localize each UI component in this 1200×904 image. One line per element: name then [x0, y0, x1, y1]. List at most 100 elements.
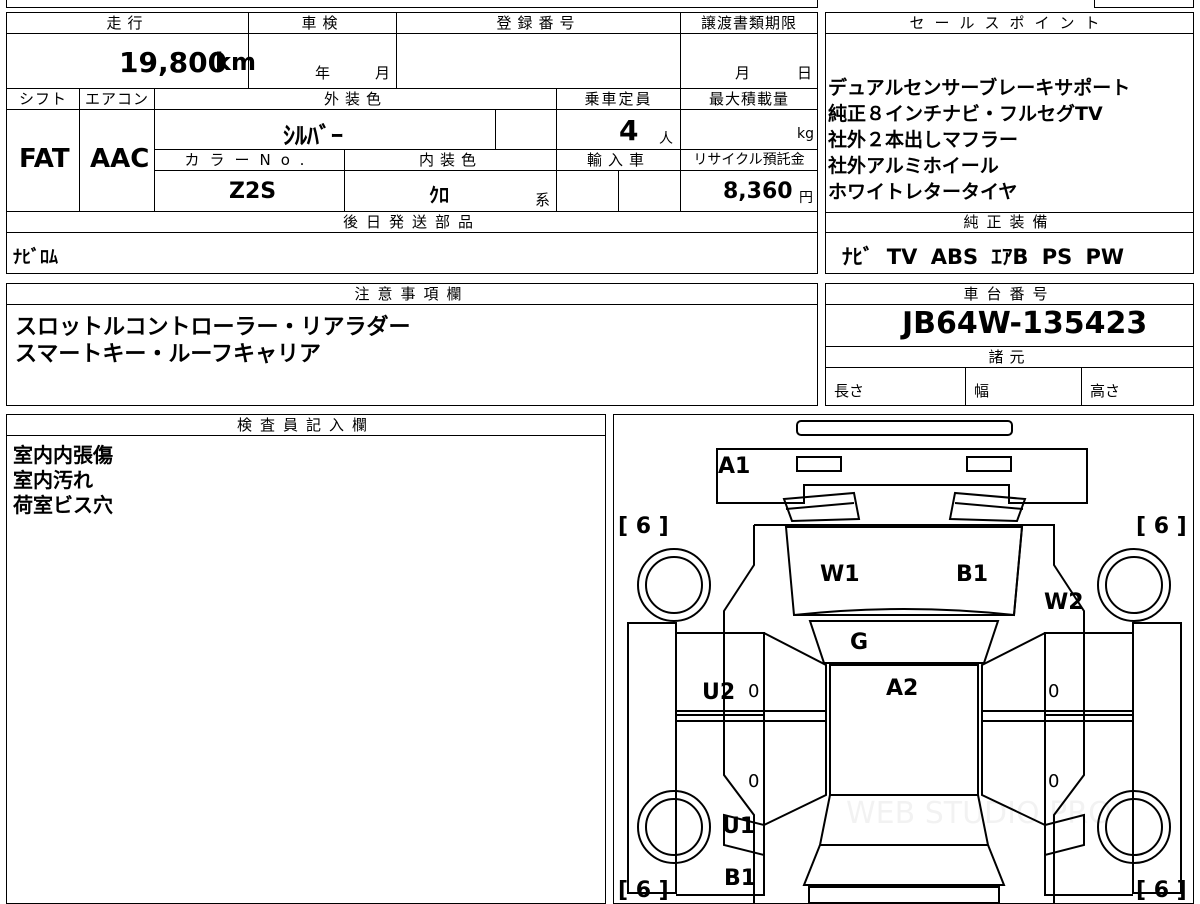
right-side-outline [1044, 632, 1133, 896]
transfer-deadline-header: 譲渡書類期限 [681, 13, 817, 34]
interior-color-header: 内装色 [345, 150, 557, 171]
label-w2: W2 [1044, 590, 1084, 615]
top-strip [6, 0, 818, 8]
capacity-unit: 人 [659, 131, 673, 147]
note-item: スロットルコントローラー・リアラダー [15, 315, 411, 340]
car-diagram: WEB STUDIO PRO A1 W1 B1 W2 G A2 U2 U1 B1… [618, 420, 1187, 903]
registration-header: 登録番号 [397, 13, 681, 34]
tire-tread-front-right: [ 6 ] [1136, 514, 1187, 539]
recycle-unit: 円 [799, 190, 813, 206]
left-pillar [763, 632, 827, 826]
hood-right-shape [948, 491, 1027, 523]
chassis-value: JB64W-135423 [902, 306, 1148, 341]
mileage-header: 走行 [7, 13, 249, 34]
top-strip-right [1094, 0, 1194, 8]
tire-rear-left [637, 790, 711, 864]
vehicle-info-table: 走行 車検 登録番号 譲渡書類期限 19,800 km 年 月 月 日 シフト … [6, 12, 818, 274]
label-zero: 0 [748, 681, 759, 702]
car-diagram-box: WEB STUDIO PRO A1 W1 B1 W2 G A2 U2 U1 B1… [613, 414, 1194, 904]
notes-list: スロットルコントローラー・リアラダー スマートキー・ルーフキャリア [15, 314, 411, 368]
exterior-color-extra [496, 110, 557, 150]
transfer-day: 日 [797, 64, 813, 82]
max-load-header: 最大積載量 [681, 89, 817, 110]
tire-tread-front-left: [ 6 ] [618, 514, 669, 539]
parts-header: 後日発送部品 [7, 212, 817, 233]
max-load-cell: kg [681, 110, 817, 150]
inspector-item: 室内汚れ [13, 468, 93, 492]
sales-point-item: 純正８インチナビ・フルセグTV [828, 103, 1103, 125]
exterior-color-header: 外装色 [155, 89, 557, 110]
recycle-cell: 8,360 円 [681, 171, 817, 212]
tire-front-right-inner [1105, 556, 1163, 614]
sales-points-box: セールスポイント デュアルセンサーブレーキサポート 純正８インチナビ・フルセグT… [825, 12, 1194, 274]
right-runner [1132, 622, 1182, 894]
sales-point-item: デュアルセンサーブレーキサポート [828, 77, 1131, 99]
spec-length-cell: 長さ [826, 368, 966, 405]
inspection-cell: 年 月 [249, 34, 397, 89]
chassis-header: 車台番号 [826, 284, 1193, 305]
mileage-cell: 19,800 km [7, 34, 256, 89]
label-b1-top: B1 [956, 562, 988, 587]
transfer-deadline-cell: 月 日 [681, 34, 817, 89]
note-item: スマートキー・ルーフキャリア [15, 342, 322, 367]
left-side-outline [676, 632, 765, 896]
inspector-header: 検査員記入欄 [7, 415, 605, 436]
chassis-box: 車台番号 JB64W-135423 諸元 長さ 幅 高さ [825, 283, 1194, 406]
notes-box: 注意事項欄 スロットルコントローラー・リアラダー スマートキー・ルーフキャリア [6, 283, 818, 406]
capacity-value: 4 [619, 114, 639, 147]
import-header: 輸入車 [557, 150, 681, 171]
label-a2: A2 [886, 676, 918, 701]
label-w1: W1 [820, 562, 860, 587]
sales-points-list: デュアルセンサーブレーキサポート 純正８インチナビ・フルセグTV 社外２本出しマ… [828, 75, 1192, 205]
aircon-cell: AAC [80, 110, 155, 212]
shift-header: シフト [7, 89, 80, 110]
shift-value: FAT [19, 144, 70, 174]
tire-front-right [1097, 548, 1171, 622]
standard-equipment-value: ﾅﾋﾞ TV ABS ｴｱB PS PW [842, 245, 1125, 269]
inspection-year: 年 [315, 64, 331, 82]
label-g: G [850, 630, 868, 655]
spec-length-label: 長さ [834, 382, 865, 400]
label-zero: 0 [748, 771, 759, 792]
interior-color-cell: ｸﾛ 系 [345, 171, 557, 212]
spec-height-label: 高さ [1090, 382, 1121, 400]
label-a1: A1 [718, 454, 750, 479]
capacity-cell: 4 人 [557, 110, 681, 150]
tire-rear-left-inner [645, 798, 703, 856]
roof-bar-shape [796, 420, 1013, 436]
aircon-header: エアコン [80, 89, 155, 110]
sales-point-item: 社外２本出しマフラー [828, 129, 1019, 151]
exterior-color-value: ｼﾙﾊﾞｰ [283, 122, 343, 150]
inspector-item: 荷室ビス穴 [13, 493, 113, 517]
aircon-value: AAC [90, 144, 150, 174]
mileage-value: 19,800 [119, 46, 228, 79]
import-cell-a [557, 171, 619, 212]
tire-front-left [637, 548, 711, 622]
rear-hatch-shape [802, 844, 1006, 886]
tire-tread-rear-right: [ 6 ] [1136, 878, 1187, 903]
exterior-color-cell: ｼﾙﾊﾞｰ [155, 110, 496, 150]
color-no-value: Z2S [229, 179, 277, 204]
tire-tread-rear-left: [ 6 ] [618, 878, 669, 903]
front-bumper-shape [716, 448, 1088, 504]
notes-header: 注意事項欄 [7, 284, 817, 305]
parts-value: ﾅﾋﾞﾛﾑ [13, 247, 58, 268]
color-no-header: カラーNo. [155, 150, 345, 171]
interior-color-suffix: 系 [535, 191, 551, 209]
inspector-list: 室内内張傷 室内汚れ 荷室ビス穴 [13, 443, 113, 518]
recycle-value: 8,360 [723, 179, 793, 204]
capacity-header: 乗車定員 [557, 89, 681, 110]
shift-cell: FAT [7, 110, 80, 212]
interior-color-value: ｸﾛ [429, 183, 449, 207]
label-u1: U1 [722, 814, 755, 839]
sales-point-item: ホワイトレタータイヤ [828, 181, 1018, 203]
tire-front-left-inner [645, 556, 703, 614]
spec-height-cell: 高さ [1082, 368, 1193, 405]
transfer-month: 月 [735, 64, 751, 82]
color-no-cell: Z2S [155, 171, 345, 212]
left-runner [627, 622, 677, 894]
max-load-unit: kg [797, 126, 814, 142]
inspection-month: 月 [375, 64, 391, 82]
watermark: WEB STUDIO PRO [846, 796, 1112, 831]
registration-cell [397, 34, 681, 89]
